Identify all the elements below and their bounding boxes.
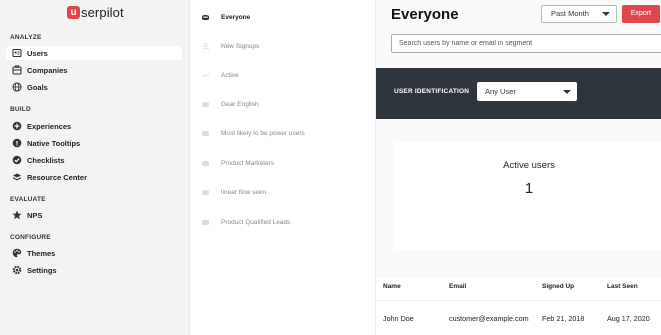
logo-text: serpilot: [81, 4, 124, 20]
segment-icon: [201, 129, 210, 138]
sidebar-item-experiences[interactable]: Experiences: [6, 119, 182, 133]
themes-icon: [12, 248, 22, 258]
segment-label: Everyone: [221, 13, 251, 21]
segment-icon: [201, 159, 210, 168]
tooltips-icon: !: [12, 138, 22, 148]
active-users-title: Active users: [503, 160, 555, 171]
sidebar: u serpilot ANALYZE Users Companies Goals…: [0, 0, 190, 335]
segment-icon: [201, 71, 210, 80]
column-header-name[interactable]: Name: [383, 283, 401, 290]
sidebar-item-label: Goals: [27, 82, 48, 92]
segment-icon: [201, 100, 210, 109]
user-identification-bar: USER IDENTIFICATION Any User: [376, 68, 661, 119]
segment-label: Most likely to be power users: [221, 129, 305, 137]
sidebar-item-label: Users: [27, 48, 48, 58]
goals-icon: [12, 82, 22, 92]
sidebar-item-resource-center[interactable]: Resource Center: [6, 170, 182, 184]
settings-icon: [12, 265, 22, 275]
main-panel: Everyone Past Month Export USER IDENTIFI…: [376, 0, 661, 335]
segment-item-everyone[interactable]: Everyone: [201, 11, 250, 23]
segment-item-product-marketers[interactable]: Product Marketers: [201, 157, 274, 169]
segment-icon: [201, 13, 210, 22]
sidebar-item-themes[interactable]: Themes: [6, 246, 182, 260]
date-range-value: Past Month: [551, 9, 589, 18]
sidebar-item-label: Resource Center: [27, 172, 88, 182]
section-configure: CONFIGURE: [10, 234, 51, 241]
svg-text:!: !: [16, 139, 19, 147]
logo-mark: u: [67, 5, 80, 19]
section-evaluate: EVALUATE: [10, 196, 46, 203]
sidebar-item-label: Companies: [27, 65, 68, 75]
segment-label: Product Marketers: [221, 159, 275, 167]
segment-icon: [201, 218, 210, 227]
column-header-email[interactable]: Email: [449, 283, 466, 290]
section-build: BUILD: [10, 106, 31, 113]
sidebar-item-label: Themes: [27, 248, 56, 258]
sidebar-item-label: Settings: [27, 265, 57, 275]
sidebar-item-label: NPS: [27, 210, 43, 220]
sidebar-item-native-tooltips[interactable]: ! Native Tooltips: [6, 136, 182, 150]
userpilot-logo[interactable]: u serpilot: [67, 4, 124, 20]
resource-center-icon: [12, 172, 22, 182]
export-button[interactable]: Export: [622, 5, 660, 23]
cell-email: customer@example.com: [449, 314, 529, 323]
sidebar-item-settings[interactable]: Settings: [6, 263, 182, 277]
sidebar-item-goals[interactable]: Goals: [6, 80, 182, 94]
segment-label: New Signups: [221, 42, 260, 50]
column-header-signed-up[interactable]: Signed Up: [542, 283, 574, 290]
segment-item-gear-english[interactable]: Gear English: [201, 98, 259, 110]
companies-icon: [12, 65, 22, 75]
sidebar-item-users[interactable]: Users: [6, 46, 182, 60]
column-header-last-seen[interactable]: Last Seen: [607, 283, 638, 290]
segment-icon: [201, 188, 210, 197]
user-identification-label: USER IDENTIFICATION: [394, 88, 470, 95]
header-divider: [376, 300, 661, 301]
sidebar-item-label: Experiences: [27, 121, 72, 131]
segment-item-linear-flow-seen[interactable]: linear flow seen: [201, 186, 266, 198]
date-range-select[interactable]: Past Month: [541, 5, 617, 23]
users-table: Name Email Signed Up Last Seen John Doe …: [376, 278, 661, 335]
sidebar-item-label: Native Tooltips: [27, 138, 81, 148]
checklist-icon: [12, 155, 22, 165]
cell-name: John Doe: [383, 314, 414, 323]
active-users-count: 1: [524, 180, 534, 197]
active-users-card: Active users 1: [394, 142, 661, 250]
sidebar-item-label: Checklists: [27, 155, 65, 165]
segment-list: Everyone New Signups Active Gear English…: [190, 0, 376, 335]
segment-item-power-users[interactable]: Most likely to be power users: [201, 127, 305, 139]
chevron-down-icon: [563, 90, 571, 94]
segment-label: Active: [221, 71, 239, 79]
segment-item-active[interactable]: Active: [201, 69, 239, 81]
section-analyze: ANALYZE: [10, 34, 42, 41]
search-input[interactable]: [391, 34, 661, 53]
users-icon: [12, 48, 22, 58]
sidebar-item-nps[interactable]: NPS: [6, 208, 182, 222]
cell-signed-up: Feb 21, 2018: [542, 314, 585, 323]
segment-label: Gear English: [221, 100, 259, 108]
sidebar-item-checklists[interactable]: Checklists: [6, 153, 182, 167]
cell-last-seen: Aug 17, 2020: [607, 314, 650, 323]
segment-item-product-qualified-leads[interactable]: Product Qualified Leads: [201, 216, 290, 228]
segment-label: linear flow seen: [221, 188, 267, 196]
segment-label: Product Qualified Leads: [221, 218, 291, 226]
user-filter-select[interactable]: Any User: [477, 82, 577, 101]
star-icon: [12, 210, 22, 220]
segment-item-new-signups[interactable]: New Signups: [201, 40, 259, 52]
experiences-icon: [12, 121, 22, 131]
sidebar-item-companies[interactable]: Companies: [6, 63, 182, 77]
user-filter-value: Any User: [485, 87, 516, 96]
segment-icon: [201, 42, 210, 51]
chevron-down-icon: [602, 12, 610, 16]
page-title: Everyone: [391, 6, 459, 23]
